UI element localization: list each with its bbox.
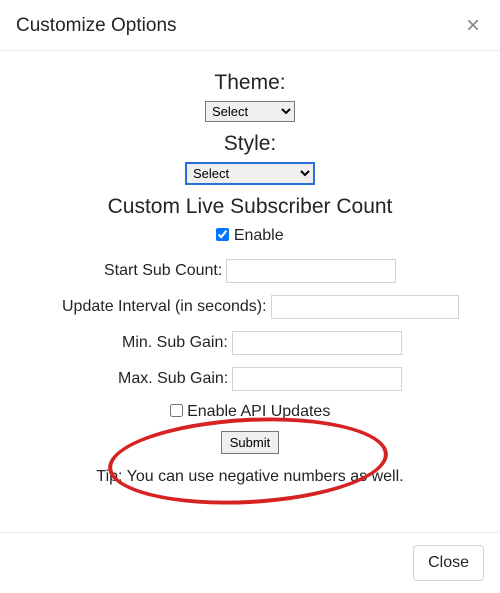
start-sub-label: Start Sub Count: xyxy=(104,262,222,280)
modal-header: Customize Options × xyxy=(0,0,500,51)
style-select[interactable]: Select xyxy=(185,162,315,185)
update-interval-input[interactable] xyxy=(271,295,459,319)
theme-select[interactable]: Select xyxy=(205,101,295,122)
annotation-circle xyxy=(106,411,390,512)
min-gain-label: Min. Sub Gain: xyxy=(122,334,228,352)
theme-label: Theme: xyxy=(24,71,476,95)
min-gain-input[interactable] xyxy=(232,331,402,355)
modal-body: Theme: Select Style: Select Custom Live … xyxy=(0,51,500,532)
close-button[interactable]: Close xyxy=(413,545,484,581)
custom-count-header: Custom Live Subscriber Count xyxy=(24,195,476,219)
enable-label: Enable xyxy=(234,227,284,244)
tip-text: Tip: You can use negative numbers as wel… xyxy=(24,468,476,486)
enable-checkbox[interactable] xyxy=(216,228,229,241)
start-sub-input[interactable] xyxy=(226,259,396,283)
update-interval-label: Update Interval (in seconds): xyxy=(62,298,267,316)
customize-options-modal: Customize Options × Theme: Select Style:… xyxy=(0,0,500,593)
enable-api-checkbox[interactable] xyxy=(170,404,183,417)
style-label: Style: xyxy=(24,132,476,156)
max-gain-label: Max. Sub Gain: xyxy=(118,370,228,388)
modal-footer: Close xyxy=(0,532,500,593)
modal-title: Customize Options xyxy=(16,15,177,37)
max-gain-input[interactable] xyxy=(232,367,402,391)
enable-api-label: Enable API Updates xyxy=(187,403,330,420)
close-icon[interactable]: × xyxy=(462,14,484,38)
submit-button[interactable]: Submit xyxy=(221,431,279,454)
